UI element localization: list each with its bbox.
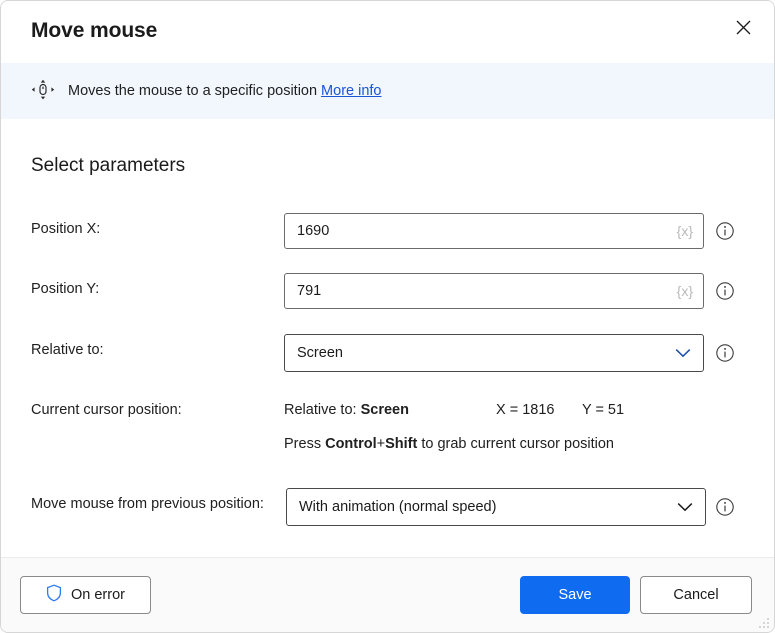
relative-to-value: Screen [297, 345, 343, 361]
save-button[interactable]: Save [520, 576, 630, 614]
label-position-x: Position X: [31, 221, 101, 237]
label-position-y: Position Y: [31, 281, 100, 297]
cursor-grab-hint: Press Control+Shift to grab current curs… [284, 436, 614, 452]
variable-button-y[interactable]: {x} [677, 283, 703, 299]
more-info-link[interactable]: More info [321, 83, 381, 99]
close-button[interactable] [720, 6, 766, 48]
info-icon-animation[interactable] [715, 497, 735, 517]
hint-suffix: to grab current cursor position [417, 436, 614, 452]
cursor-y-value: Y = 51 [582, 402, 625, 418]
hint-plus: + [376, 436, 386, 452]
section-heading: Select parameters [31, 155, 186, 176]
move-mouse-dialog: Move mouse Moves the mouse to a specific… [0, 0, 775, 633]
field-row-animation: Move mouse from previous position: With … [1, 488, 774, 526]
cursor-relative-prefix: Relative to: [284, 402, 361, 418]
position-y-input[interactable]: 791 [285, 274, 677, 308]
resize-grip-icon[interactable] [757, 616, 771, 630]
save-label: Save [558, 587, 592, 603]
info-icon-position-y[interactable] [715, 281, 735, 301]
close-icon [736, 20, 751, 35]
position-y-input-wrapper[interactable]: 791 {x} [284, 273, 704, 309]
on-error-button[interactable]: On error [20, 576, 151, 614]
label-move-mouse-animation: Move mouse from previous position: [31, 496, 264, 512]
cursor-relative-to: Relative to: Screen [284, 402, 409, 418]
chevron-down-icon [675, 348, 703, 358]
hint-key-shift: Shift [385, 436, 418, 452]
field-row-relative-to: Relative to: Screen [1, 334, 774, 372]
chevron-down-icon [677, 502, 705, 512]
dialog-title: Move mouse [31, 19, 158, 42]
info-icon-position-x[interactable] [715, 221, 735, 241]
animation-select[interactable]: With animation (normal speed) [286, 488, 706, 526]
variable-button-x[interactable]: {x} [677, 223, 703, 239]
cancel-button[interactable]: Cancel [640, 576, 752, 614]
banner-text: Moves the mouse to a specific position Mo… [68, 83, 382, 99]
info-banner: Moves the mouse to a specific position Mo… [1, 63, 774, 119]
dialog-footer: On error Save Cancel [1, 557, 774, 632]
hint-key-control: Control [325, 436, 377, 452]
field-row-position-x: Position X: 1690 {x} [1, 213, 774, 249]
move-mouse-icon [28, 76, 58, 106]
dialog-body: Select parameters Position X: 1690 {x} P… [1, 119, 774, 557]
shield-icon [46, 584, 62, 606]
position-x-input[interactable]: 1690 [285, 214, 677, 248]
banner-description: Moves the mouse to a specific position [68, 83, 318, 99]
animation-value: With animation (normal speed) [299, 499, 497, 515]
cursor-x-value: X = 1816 [496, 402, 555, 418]
label-relative-to: Relative to: [31, 342, 104, 358]
field-row-position-y: Position Y: 791 {x} [1, 273, 774, 309]
info-icon-relative-to[interactable] [715, 343, 735, 363]
position-x-input-wrapper[interactable]: 1690 {x} [284, 213, 704, 249]
cursor-relative-value: Screen [360, 402, 409, 418]
dialog-titlebar: Move mouse [1, 1, 774, 63]
relative-to-select[interactable]: Screen [284, 334, 704, 372]
cancel-label: Cancel [673, 587, 719, 603]
on-error-label: On error [71, 587, 125, 603]
hint-prefix: Press [284, 436, 326, 452]
label-current-cursor-position: Current cursor position: [31, 402, 182, 418]
